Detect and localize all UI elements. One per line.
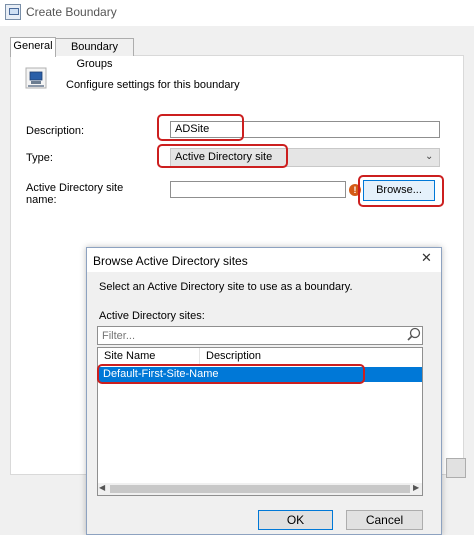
instructions-text: Select an Active Directory site to use a… [99,281,353,293]
ad-site-name-label: Active Directory site name: [26,182,124,206]
column-header-description[interactable]: Description [200,348,350,365]
window-title: Create Boundary [26,5,117,19]
computer-icon [25,67,47,89]
sites-label: Active Directory sites: [99,310,205,322]
highlight-browse [358,175,444,207]
tab-boundary-groups[interactable]: Boundary Groups [55,38,134,70]
close-icon[interactable]: ✕ [421,250,432,266]
search-icon[interactable] [405,326,423,344]
cancel-button[interactable]: Cancel [346,510,423,530]
tab-general[interactable]: General [10,37,56,57]
ad-site-name-input[interactable] [170,181,346,198]
description-label: Description: [26,125,85,137]
parent-button-partial[interactable] [446,458,466,478]
config-description: Configure settings for this boundary [66,79,240,91]
scroll-left-icon[interactable]: ◀ [99,483,105,492]
column-header-site-name[interactable]: Site Name [98,348,200,365]
highlight-site-row [97,364,365,384]
scrollbar-thumb[interactable] [110,485,410,493]
window-icon [5,4,21,20]
type-label: Type: [26,152,53,164]
ok-button[interactable]: OK [258,510,333,530]
child-window-title: Browse Active Directory sites [93,254,248,268]
highlight-description [157,114,244,141]
chevron-down-icon[interactable]: ⌄ [425,151,433,162]
filter-input[interactable] [97,326,423,345]
scroll-right-icon[interactable]: ▶ [413,483,419,492]
highlight-type [157,144,288,168]
